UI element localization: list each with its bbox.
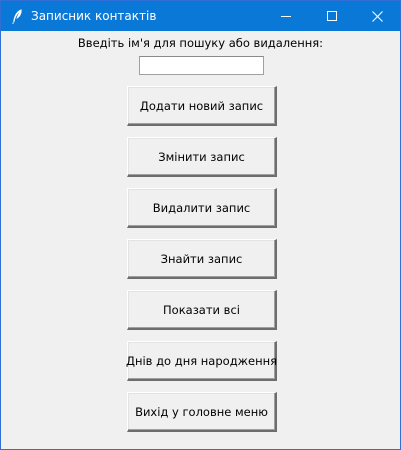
maximize-icon xyxy=(327,11,337,21)
search-prompt-label: Введіть ім'я для пошуку або видалення: xyxy=(77,36,324,50)
search-input[interactable] xyxy=(139,56,264,75)
delete-record-button[interactable]: Видалити запис xyxy=(127,188,277,228)
maximize-button[interactable] xyxy=(309,1,355,31)
show-all-button[interactable]: Показати всі xyxy=(127,290,277,330)
add-record-button[interactable]: Додати новий запис xyxy=(127,86,277,126)
main-content: Введіть ім'я для пошуку або видалення: Д… xyxy=(1,31,400,449)
days-to-birthday-button[interactable]: Днів до дня народження xyxy=(126,341,277,381)
feather-icon xyxy=(10,8,24,24)
edit-record-button[interactable]: Змінити запис xyxy=(127,137,277,177)
find-record-button[interactable]: Знайти запис xyxy=(127,239,277,279)
title-bar[interactable]: Записник контактів xyxy=(1,1,400,31)
close-icon xyxy=(371,10,383,22)
minimize-icon xyxy=(281,16,291,17)
minimize-button[interactable] xyxy=(263,1,309,31)
window-title: Записник контактів xyxy=(31,9,157,23)
exit-to-main-menu-button[interactable]: Вихід у головне меню xyxy=(127,392,277,432)
close-button[interactable] xyxy=(354,1,400,31)
contacts-window: Записник контактів Введіть ім'я для пошу… xyxy=(0,0,401,450)
